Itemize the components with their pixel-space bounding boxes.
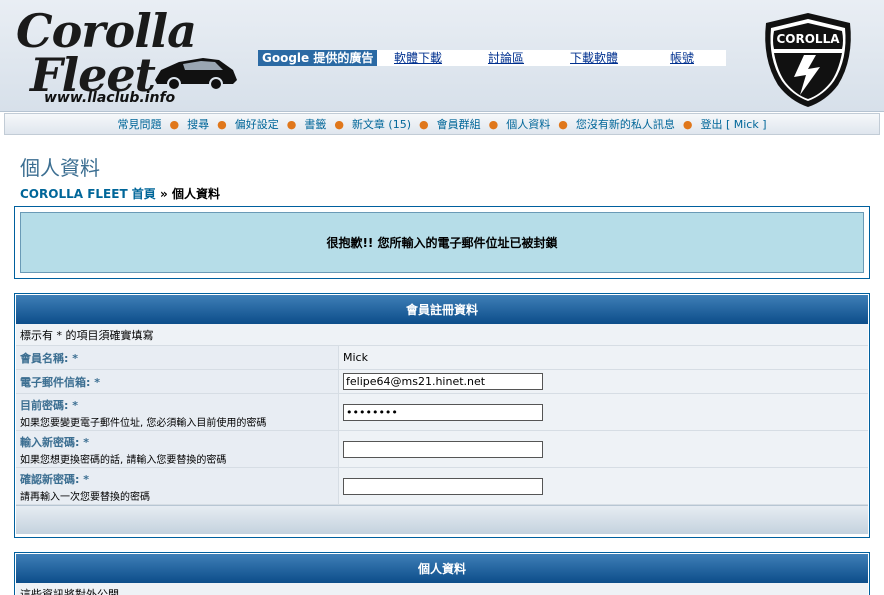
registration-footer <box>16 505 868 534</box>
username-row: 會員名稱: * Mick <box>16 346 868 370</box>
profile-form: 個人資料 這些資訊將對外公開 <box>14 552 870 595</box>
google-ad-bar: Google 提供的廣告 軟體下載 討論區 下載軟體 帳號 <box>258 50 726 66</box>
breadcrumb: COROLLA FLEET 首頁 » 個人資料 <box>20 185 220 202</box>
new-password-label-cell: 輸入新密碼: * 如果您想更換密碼的話, 請輸入您要替換的密碼 <box>16 431 339 467</box>
required-note: 標示有 * 的項目須確實填寫 <box>16 324 868 346</box>
current-password-field[interactable] <box>343 403 543 421</box>
email-label-cell: 電子郵件信箱: * <box>16 370 339 393</box>
new-password-value-cell <box>339 431 868 467</box>
nav-bullet-icon: ● <box>217 117 227 131</box>
ad-link-download-software[interactable]: 下載軟體 <box>570 50 618 66</box>
confirm-password-row: 確認新密碼: * 請再輸入一次您要替換的密碼 <box>16 468 868 505</box>
main-nav: 常見問題 ● 搜尋 ● 偏好設定 ● 書籤 ● 新文章 (15) ● 會員群組 … <box>4 113 880 135</box>
new-password-row: 輸入新密碼: * 如果您想更換密碼的話, 請輸入您要替換的密碼 <box>16 431 868 468</box>
confirm-password-hint: 請再輸入一次您要替換的密碼 <box>20 492 150 503</box>
nav-bullet-icon: ● <box>286 117 297 131</box>
nav-faq[interactable]: 常見問題 <box>118 116 162 132</box>
nav-bookmarks[interactable]: 書籤 <box>304 116 326 132</box>
registration-form: 會員註冊資料 標示有 * 的項目須確實填寫 會員名稱: * Mick 電子郵件信… <box>14 293 870 538</box>
google-ads-label[interactable]: Google 提供的廣告 <box>258 50 378 66</box>
new-password-label: 輸入新密碼: * <box>20 436 89 449</box>
nav-private-messages[interactable]: 您沒有新的私人訊息 <box>576 116 675 132</box>
email-label: 電子郵件信箱: * <box>20 375 100 389</box>
nav-preferences[interactable]: 偏好設定 <box>235 116 279 132</box>
username-label: 會員名稱: * <box>20 351 78 365</box>
ad-link-software-download[interactable]: 軟體下載 <box>394 50 442 66</box>
username-label-cell: 會員名稱: * <box>16 346 339 369</box>
registration-heading: 會員註冊資料 <box>16 295 868 324</box>
nav-bullet-icon: ● <box>558 117 568 131</box>
message-box: 很抱歉!! 您所輸入的電子郵件位址已被封鎖 <box>14 206 870 279</box>
error-message: 很抱歉!! 您所輸入的電子郵件位址已被封鎖 <box>20 212 864 273</box>
confirm-password-label-cell: 確認新密碼: * 請再輸入一次您要替換的密碼 <box>16 468 339 504</box>
breadcrumb-home-link[interactable]: COROLLA FLEET 首頁 <box>20 187 156 201</box>
confirm-password-field[interactable] <box>343 477 543 495</box>
profile-note: 這些資訊將對外公開 <box>16 583 868 595</box>
email-field[interactable] <box>343 373 543 390</box>
car-icon <box>155 58 237 89</box>
nav-bullet-icon: ● <box>169 117 180 131</box>
confirm-password-value-cell <box>339 468 868 504</box>
breadcrumb-current: 個人資料 <box>171 187 220 201</box>
current-password-row: 目前密碼: * 如果您要變更電子郵件位址, 您必須輸入目前使用的密碼 <box>16 394 868 431</box>
nav-bullet-icon: ● <box>419 117 429 131</box>
username-value-cell: Mick <box>339 346 868 369</box>
current-password-value-cell <box>339 394 868 430</box>
profile-heading: 個人資料 <box>16 554 868 583</box>
new-password-hint: 如果您想更換密碼的話, 請輸入您要替換的密碼 <box>20 455 227 466</box>
corolla-badge-logo: COROLLA <box>765 13 851 107</box>
ad-link-forum[interactable]: 討論區 <box>488 50 524 66</box>
badge-text: COROLLA <box>776 32 840 46</box>
breadcrumb-separator: » <box>160 187 168 201</box>
site-logo[interactable]: Corolla Fleet www.llaclub.info <box>8 4 238 108</box>
nav-profile[interactable]: 個人資料 <box>506 116 550 132</box>
nav-bullet-icon: ● <box>682 117 693 131</box>
nav-new-posts[interactable]: 新文章 (15) <box>352 116 411 132</box>
current-password-hint: 如果您要變更電子郵件位址, 您必須輸入目前使用的密碼 <box>20 418 267 429</box>
nav-bullet-icon: ● <box>488 117 499 131</box>
new-password-field[interactable] <box>343 440 543 458</box>
ad-link-account[interactable]: 帳號 <box>670 50 694 66</box>
username-value: Mick <box>343 351 368 364</box>
current-password-label-cell: 目前密碼: * 如果您要變更電子郵件位址, 您必須輸入目前使用的密碼 <box>16 394 339 430</box>
page-title: 個人資料 <box>20 156 100 180</box>
nav-member-groups[interactable]: 會員群組 <box>437 116 481 132</box>
current-password-label: 目前密碼: * <box>20 399 78 412</box>
nav-logout[interactable]: 登出 [ Mick ] <box>700 116 766 132</box>
nav-bullet-icon: ● <box>334 117 344 131</box>
site-header: Corolla Fleet www.llaclub.info Google 提供… <box>0 0 884 112</box>
email-value-cell <box>339 370 868 393</box>
confirm-password-label: 確認新密碼: * <box>20 473 89 486</box>
nav-search[interactable]: 搜尋 <box>187 116 209 132</box>
email-row: 電子郵件信箱: * <box>16 370 868 394</box>
logo-url: www.llaclub.info <box>44 90 176 106</box>
